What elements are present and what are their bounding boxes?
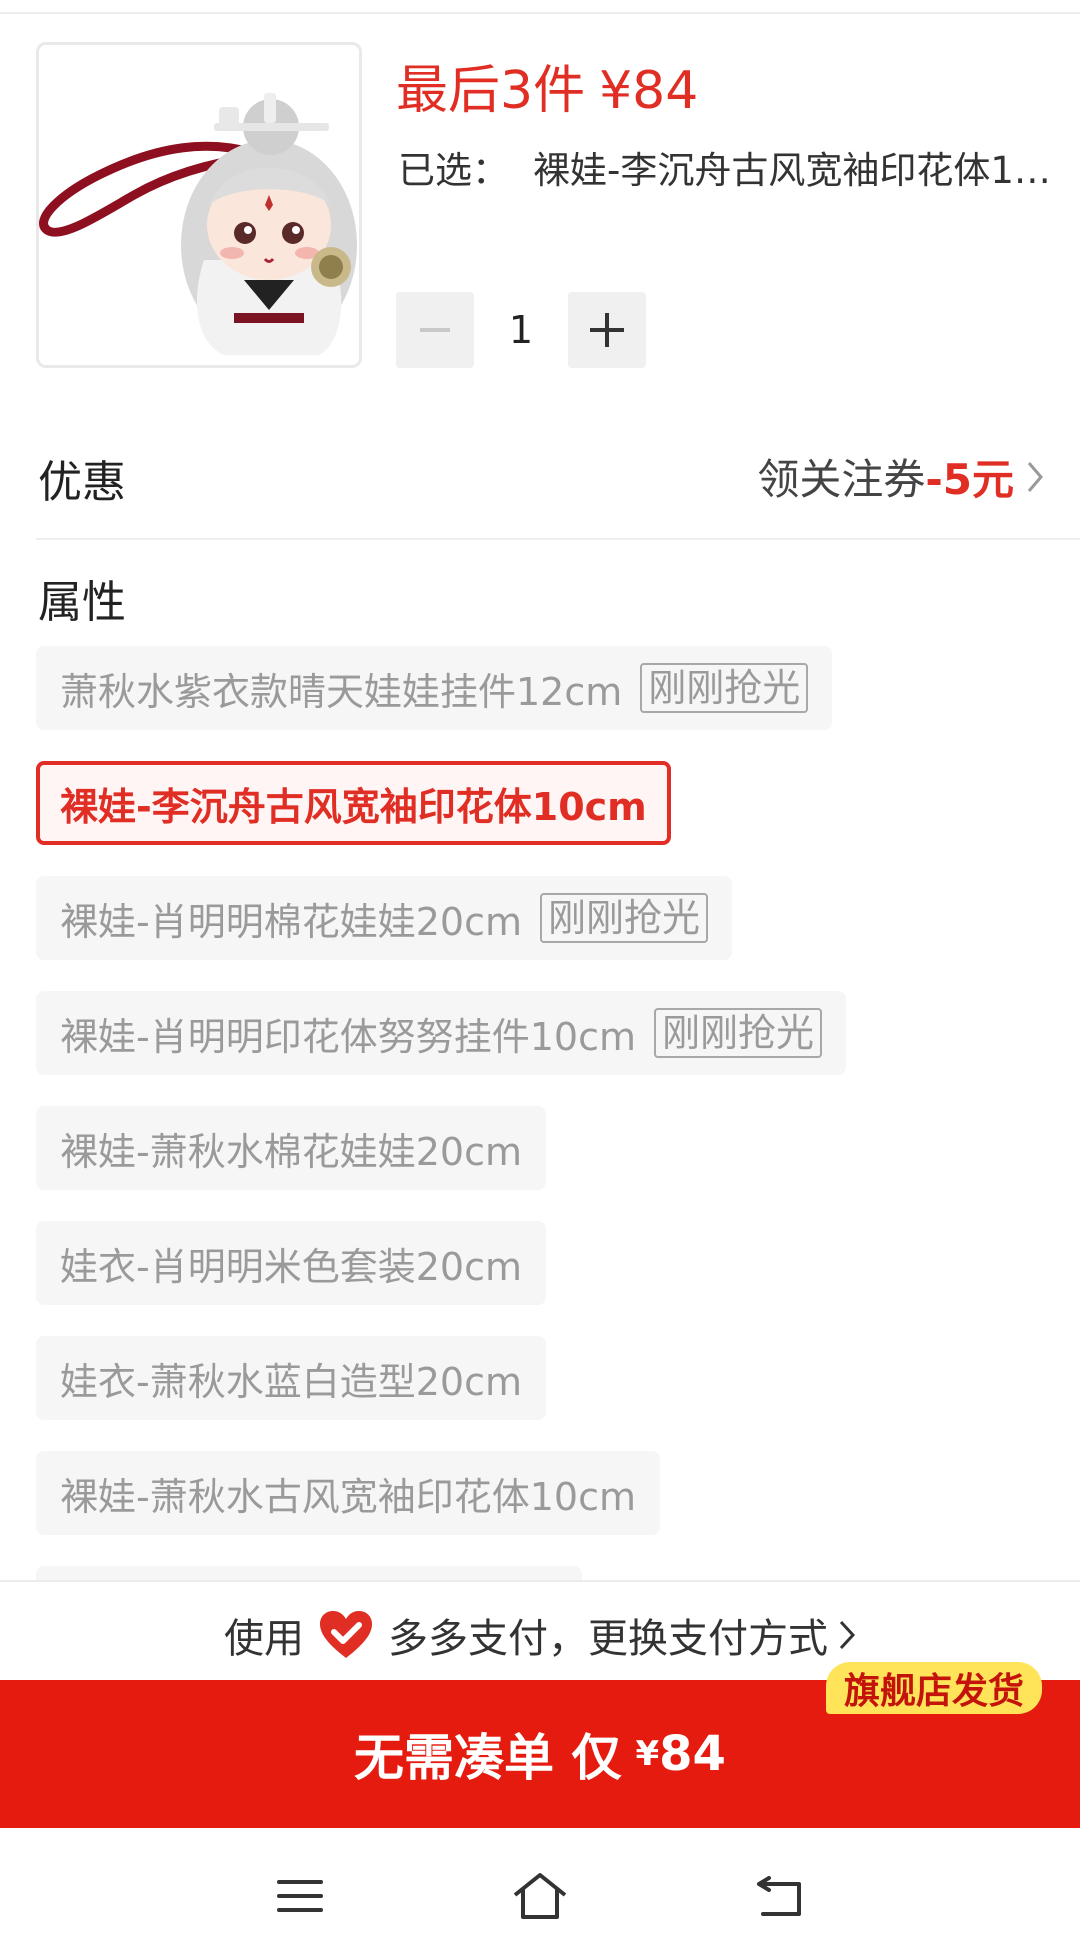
- sku-option-selected[interactable]: 裸娃-李沉舟古风宽袖印花体10cm: [36, 761, 671, 845]
- sku-option[interactable]: 娃衣-萧秋水蓝白造型20cm: [36, 1336, 546, 1420]
- sku-option-sold-out[interactable]: 裸娃-肖明明棉花娃娃20cm 刚刚抢光: [36, 876, 732, 960]
- price-text: ¥84: [599, 61, 699, 121]
- payment-text: 多多支付，更换支付方式: [388, 1616, 828, 1662]
- payment-divider: [0, 1580, 1080, 1582]
- section-divider: [36, 538, 1080, 540]
- option-row: 裸娃-肖明明棉花娃娃20cm 刚刚抢光: [36, 876, 1056, 991]
- menu-icon: [277, 1880, 323, 1912]
- home-button[interactable]: [510, 1866, 570, 1926]
- sku-option-sold-out[interactable]: 萧秋水紫衣款晴天娃娃挂件12cm 刚刚抢光: [36, 646, 833, 730]
- menu-button[interactable]: [270, 1866, 330, 1926]
- minus-icon: [420, 328, 450, 332]
- option-label: 裸娃-肖明明印花体努努挂件10cm: [60, 1014, 636, 1059]
- option-row: 娃衣-肖明明米色套装20cm: [36, 1221, 1056, 1336]
- price-line: 最后3件 ¥84: [396, 48, 698, 123]
- sku-selection-sheet: 最后3件 ¥84 已选： 裸娃-李沉舟古风宽袖印花体10cm 1 优惠 领关注券 -5…: [0, 0, 1080, 1954]
- increase-quantity-button[interactable]: [568, 292, 646, 368]
- back-button[interactable]: [750, 1866, 810, 1926]
- selected-sku-line: 已选： 裸娃-李沉舟古风宽袖印花体10cm: [398, 140, 1058, 194]
- option-row: 娃衣-萧秋水蓝白造型20cm: [36, 1336, 1056, 1451]
- home-icon: [513, 1873, 567, 1919]
- option-label: 裸娃-萧秋水棉花娃娃20cm: [60, 1129, 522, 1174]
- option-label: 裸娃-肖明明棉花娃娃20cm: [60, 899, 522, 944]
- decrease-quantity-button[interactable]: [396, 292, 474, 368]
- attributes-title: 属性: [38, 577, 126, 628]
- selected-value: 裸娃-李沉舟古风宽袖印花体10cm: [533, 149, 1058, 192]
- option-row: 裸娃-萧秋水棉花娃娃20cm: [36, 1106, 1056, 1221]
- option-row: 裸娃-肖明明印花体努努挂件10cm 刚刚抢光: [36, 991, 1056, 1106]
- chevron-right-icon: [1027, 461, 1043, 492]
- sku-option[interactable]: 裸娃-萧秋水古风宽袖印花体10cm: [36, 1451, 660, 1535]
- plus-icon: [590, 313, 624, 347]
- coupon-link[interactable]: 领关注券 -5元: [757, 446, 1044, 507]
- sku-options-list: 萧秋水紫衣款晴天娃娃挂件12cm 刚刚抢光 裸娃-李沉舟古风宽袖印花体10cm …: [36, 646, 1056, 1596]
- plush-doll-image: [39, 93, 357, 355]
- discount-label: 优惠: [38, 457, 126, 508]
- flagship-shipping-badge: 旗舰店发货: [825, 1662, 1042, 1714]
- selected-label: 已选：: [398, 149, 509, 192]
- chevron-right-icon: [838, 1619, 856, 1651]
- sold-out-tag: 刚刚抢光: [640, 663, 809, 713]
- payment-prefix: 使用: [224, 1616, 304, 1662]
- quantity-stepper: 1: [396, 292, 646, 368]
- stock-text: 最后3件: [396, 61, 586, 121]
- option-label: 萧秋水紫衣款晴天娃娃挂件12cm: [60, 669, 623, 714]
- option-label: 裸娃-萧秋水古风宽袖印花体10cm: [60, 1474, 636, 1519]
- option-label: 娃衣-肖明明米色套装20cm: [60, 1244, 522, 1289]
- system-navigation-bar: [0, 1828, 1080, 1954]
- bottom-action-area: 使用 多多支付，更换支付方式 无需凑单 仅 ¥ 84 旗舰店发货: [0, 1580, 1080, 1954]
- quantity-value[interactable]: 1: [474, 308, 568, 352]
- buy-currency: ¥: [635, 1734, 660, 1774]
- duoduo-pay-heart-icon: [318, 1610, 374, 1660]
- sold-out-tag: 刚刚抢光: [653, 1008, 822, 1058]
- sku-option[interactable]: 裸娃-萧秋水棉花娃娃20cm: [36, 1106, 546, 1190]
- option-label: 裸娃-李沉舟古风宽袖印花体10cm: [60, 784, 647, 829]
- option-row: 裸娃-李沉舟古风宽袖印花体10cm: [36, 761, 1056, 876]
- top-divider: [0, 12, 1080, 14]
- product-thumbnail[interactable]: [36, 42, 362, 368]
- payment-method-switch[interactable]: 使用 多多支付，更换支付方式: [0, 1606, 1080, 1664]
- back-icon: [757, 1876, 801, 1916]
- coupon-text: 领关注券: [757, 455, 926, 504]
- option-label: 娃衣-萧秋水蓝白造型20cm: [60, 1359, 522, 1404]
- coupon-amount: -5元: [925, 455, 1014, 504]
- option-row: 萧秋水紫衣款晴天娃娃挂件12cm 刚刚抢光: [36, 646, 1056, 761]
- sku-option-sold-out[interactable]: 裸娃-肖明明印花体努努挂件10cm 刚刚抢光: [36, 991, 846, 1075]
- sku-option[interactable]: 娃衣-肖明明米色套装20cm: [36, 1221, 546, 1305]
- buy-label: 无需凑单 仅: [354, 1729, 622, 1787]
- option-row: 裸娃-萧秋水古风宽袖印花体10cm: [36, 1451, 1056, 1566]
- buy-price: 84: [659, 1726, 726, 1782]
- sold-out-tag: 刚刚抢光: [539, 893, 708, 943]
